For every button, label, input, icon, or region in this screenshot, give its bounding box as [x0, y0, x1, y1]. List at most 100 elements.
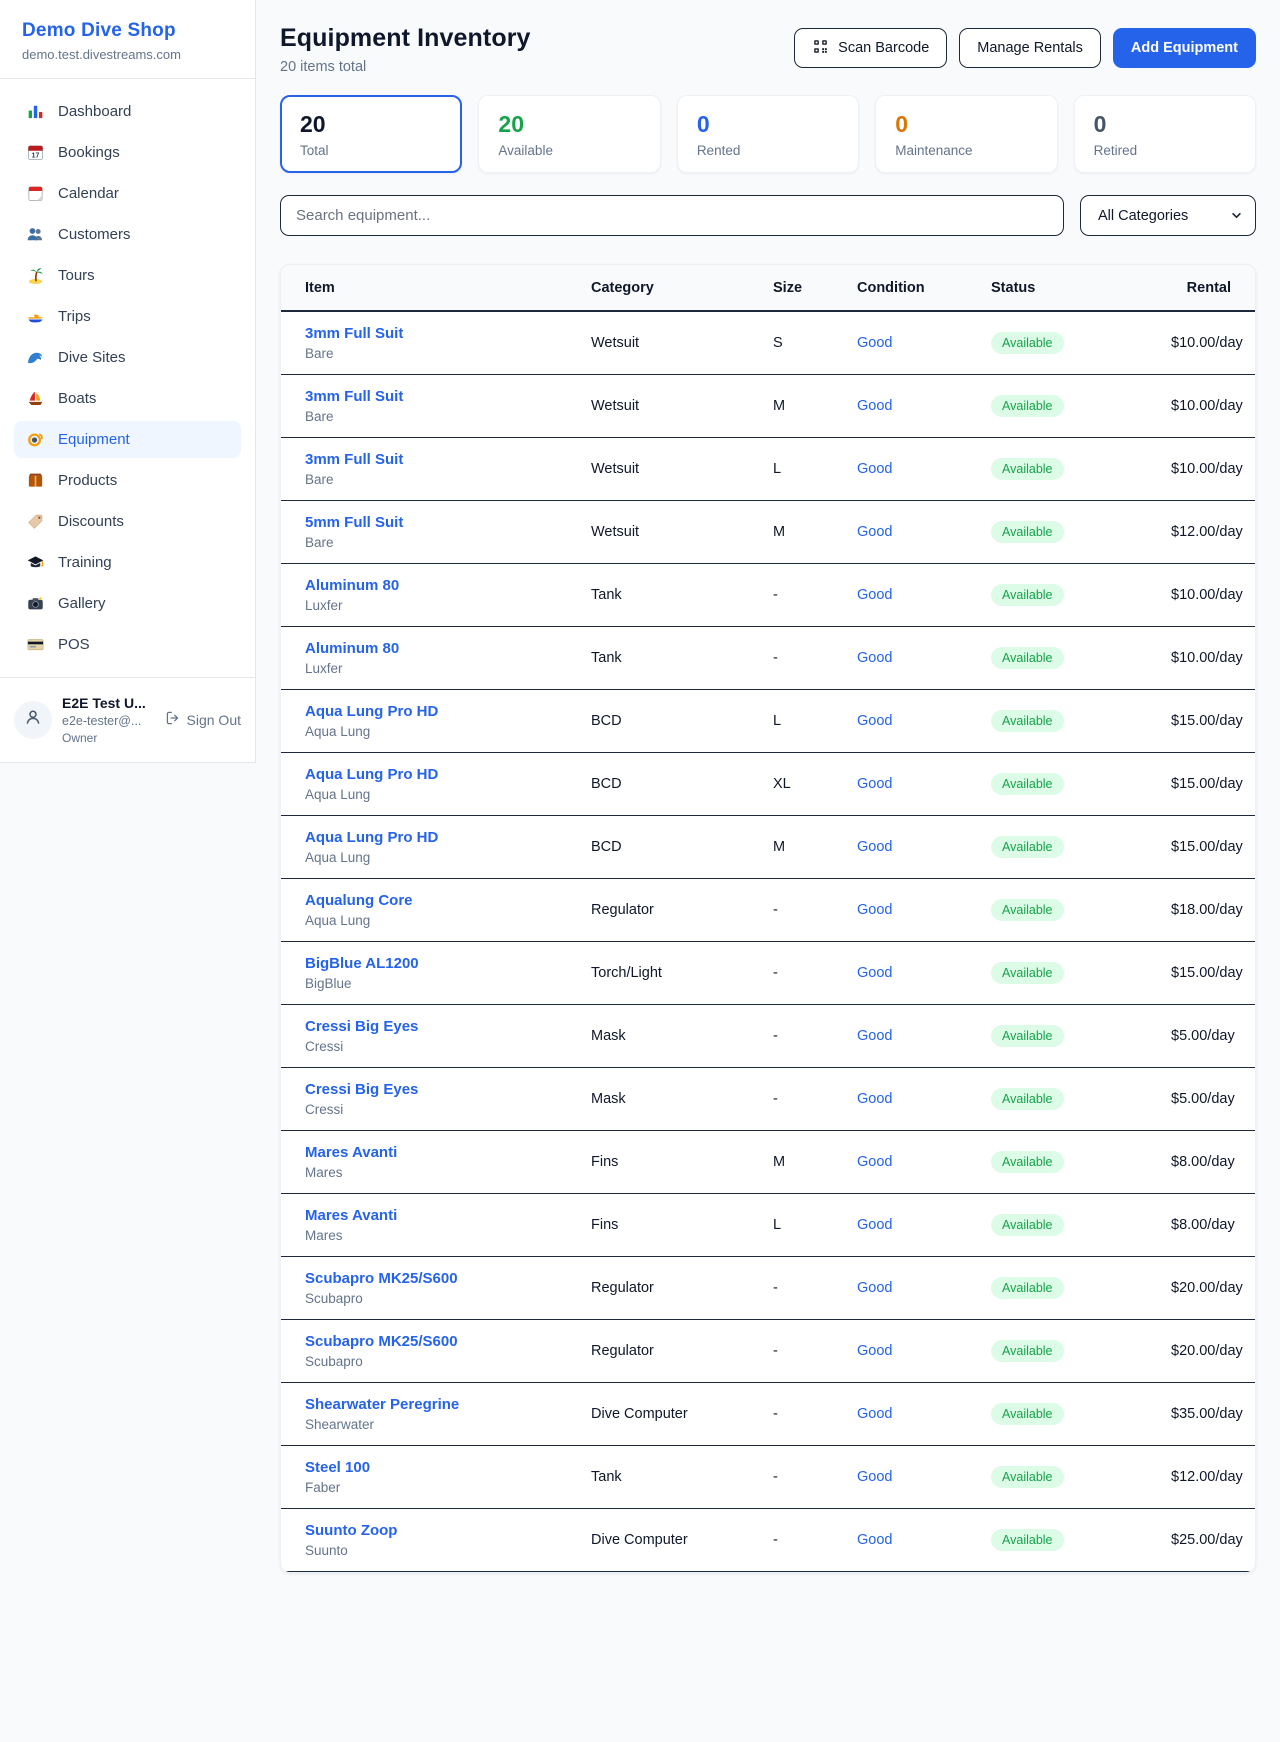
- item-size: -: [763, 1005, 847, 1068]
- sidebar-item-trips[interactable]: Trips: [14, 298, 241, 335]
- item-brand: Bare: [305, 409, 571, 424]
- sidebar-item-label: Dashboard: [58, 103, 131, 120]
- filter-row: All Categories: [280, 195, 1256, 236]
- search-input[interactable]: [280, 195, 1064, 236]
- table-row-aqua-lung-pro-hd: Aqua Lung Pro HD Aqua Lung BCD L Good Av…: [281, 690, 1255, 753]
- stat-card-rented[interactable]: 0 Rented: [677, 95, 859, 173]
- sidebar-item-label: Calendar: [58, 185, 119, 202]
- sidebar-item-label: Equipment: [58, 431, 130, 448]
- stat-value: 20: [300, 111, 442, 137]
- table-row-suunto-zoop: Suunto Zoop Suunto Dive Computer - Good …: [281, 1509, 1255, 1572]
- item-category: Tank: [581, 627, 763, 690]
- table-row-bigblue-al1200: BigBlue AL1200 BigBlue Torch/Light - Goo…: [281, 942, 1255, 1005]
- manage-rentals-button[interactable]: Manage Rentals: [959, 28, 1101, 68]
- item-category: BCD: [581, 816, 763, 879]
- stat-card-available[interactable]: 20 Available: [478, 95, 660, 173]
- item-brand: Cressi: [305, 1039, 571, 1054]
- item-size: -: [763, 942, 847, 1005]
- item-name-link[interactable]: Mares Avanti: [305, 1144, 571, 1161]
- item-name-link[interactable]: BigBlue AL1200: [305, 955, 571, 972]
- stat-value: 20: [498, 111, 640, 137]
- pos-icon: [26, 635, 45, 654]
- item-rental-rate: $15.00/day: [1161, 942, 1255, 1005]
- item-name-link[interactable]: Aqua Lung Pro HD: [305, 829, 571, 846]
- sidebar-item-label: Dive Sites: [58, 349, 126, 366]
- item-name-link[interactable]: Suunto Zoop: [305, 1522, 571, 1539]
- sign-out-icon: [165, 710, 181, 729]
- page-title: Equipment Inventory: [280, 24, 531, 53]
- equipment-icon: [26, 430, 45, 449]
- status-badge: Available: [991, 1025, 1064, 1047]
- status-badge: Available: [991, 458, 1064, 480]
- item-rental-rate: $5.00/day: [1161, 1005, 1255, 1068]
- item-name-link[interactable]: Cressi Big Eyes: [305, 1081, 571, 1098]
- sidebar-item-calendar[interactable]: Calendar: [14, 175, 241, 212]
- sidebar-item-label: Boats: [58, 390, 96, 407]
- svg-text:17: 17: [32, 152, 40, 160]
- item-name-link[interactable]: Scubapro MK25/S600: [305, 1270, 571, 1287]
- item-brand: Aqua Lung: [305, 724, 571, 739]
- sidebar-item-dive-sites[interactable]: Dive Sites: [14, 339, 241, 376]
- item-name-link[interactable]: Aqua Lung Pro HD: [305, 703, 571, 720]
- item-brand: Cressi: [305, 1102, 571, 1117]
- stat-card-maintenance[interactable]: 0 Maintenance: [875, 95, 1057, 173]
- item-name-link[interactable]: Cressi Big Eyes: [305, 1018, 571, 1035]
- item-condition: Good: [847, 690, 981, 753]
- trips-icon: [26, 307, 45, 326]
- sidebar-item-gallery[interactable]: Gallery: [14, 585, 241, 622]
- dive-sites-icon: [26, 348, 45, 367]
- item-name-link[interactable]: Aluminum 80: [305, 640, 571, 657]
- sidebar-item-bookings[interactable]: 17 Bookings: [14, 134, 241, 171]
- item-category: Tank: [581, 564, 763, 627]
- item-rental-rate: $10.00/day: [1161, 311, 1255, 375]
- stat-value: 0: [697, 111, 839, 137]
- item-brand: BigBlue: [305, 976, 571, 991]
- item-size: M: [763, 1131, 847, 1194]
- sidebar-item-training[interactable]: Training: [14, 544, 241, 581]
- add-equipment-button[interactable]: Add Equipment: [1113, 28, 1256, 68]
- item-rental-rate: $10.00/day: [1161, 375, 1255, 438]
- item-name-link[interactable]: Aqua Lung Pro HD: [305, 766, 571, 783]
- item-name-link[interactable]: 5mm Full Suit: [305, 514, 571, 531]
- stat-card-total[interactable]: 20 Total: [280, 95, 462, 173]
- item-name-link[interactable]: Aqualung Core: [305, 892, 571, 909]
- item-name-link[interactable]: 3mm Full Suit: [305, 451, 571, 468]
- sidebar-item-label: Trips: [58, 308, 91, 325]
- sidebar-item-boats[interactable]: Boats: [14, 380, 241, 417]
- item-condition: Good: [847, 1005, 981, 1068]
- table-row-mares-avanti: Mares Avanti Mares Fins L Good Available…: [281, 1194, 1255, 1257]
- sidebar-item-customers[interactable]: Customers: [14, 216, 241, 253]
- item-name-link[interactable]: Aluminum 80: [305, 577, 571, 594]
- item-name-link[interactable]: 3mm Full Suit: [305, 325, 571, 342]
- item-name-link[interactable]: 3mm Full Suit: [305, 388, 571, 405]
- status-badge: Available: [991, 1277, 1064, 1299]
- status-badge: Available: [991, 1403, 1064, 1425]
- item-name-link[interactable]: Mares Avanti: [305, 1207, 571, 1224]
- sidebar-item-label: POS: [58, 636, 90, 653]
- item-category: Wetsuit: [581, 501, 763, 564]
- item-brand: Faber: [305, 1480, 571, 1495]
- item-name-link[interactable]: Scubapro MK25/S600: [305, 1333, 571, 1350]
- item-brand: Shearwater: [305, 1417, 571, 1432]
- stat-card-retired[interactable]: 0 Retired: [1074, 95, 1256, 173]
- item-name-link[interactable]: Shearwater Peregrine: [305, 1396, 571, 1413]
- sidebar-item-discounts[interactable]: Discounts: [14, 503, 241, 540]
- status-badge: Available: [991, 1529, 1064, 1551]
- sidebar-item-label: Gallery: [58, 595, 106, 612]
- scan-barcode-button[interactable]: Scan Barcode: [794, 28, 947, 68]
- tours-icon: [26, 266, 45, 285]
- sidebar-item-dashboard[interactable]: Dashboard: [14, 93, 241, 130]
- header-actions: Scan Barcode Manage Rentals Add Equipmen…: [794, 24, 1256, 68]
- sign-out-button[interactable]: Sign Out: [165, 710, 241, 729]
- item-name-link[interactable]: Steel 100: [305, 1459, 571, 1476]
- products-icon: [26, 471, 45, 490]
- brand-title: Demo Dive Shop: [22, 20, 233, 42]
- item-size: M: [763, 816, 847, 879]
- sidebar-item-equipment[interactable]: Equipment: [14, 421, 241, 458]
- status-badge: Available: [991, 521, 1064, 543]
- sidebar-item-pos[interactable]: POS: [14, 626, 241, 663]
- category-select[interactable]: All Categories: [1080, 195, 1256, 236]
- sidebar-item-products[interactable]: Products: [14, 462, 241, 499]
- status-badge: Available: [991, 1340, 1064, 1362]
- sidebar-item-tours[interactable]: Tours: [14, 257, 241, 294]
